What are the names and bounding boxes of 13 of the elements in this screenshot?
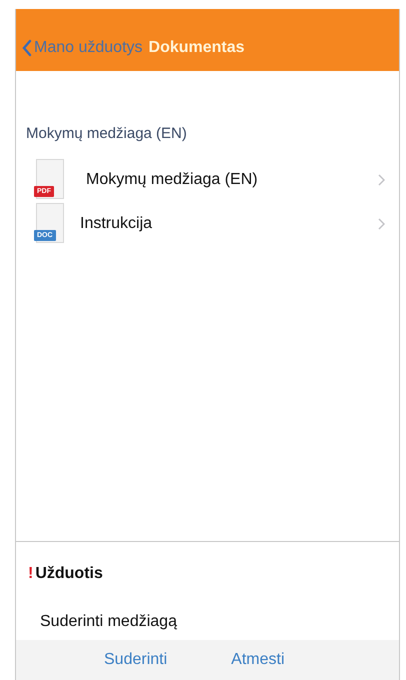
back-icon	[22, 39, 32, 57]
back-button[interactable]: Mano užduotys	[22, 36, 143, 60]
task-title: Užduotis	[35, 564, 103, 584]
task-description: Suderinti medžiagą	[39, 612, 177, 632]
chevron-icon	[378, 174, 385, 186]
action-button[interactable]: Suderinti	[104, 648, 168, 672]
section-header: Mokymų medžiaga (EN)	[25, 124, 187, 144]
nav-title: Dokumentas	[148, 38, 245, 58]
document-name: Mokymų medžiaga (EN)	[85, 170, 259, 190]
alert-mark: !	[28, 564, 34, 584]
chevron-icon	[378, 218, 385, 230]
document-name: Instrukcija	[79, 214, 154, 234]
action-button[interactable]: Atmesti	[231, 648, 284, 672]
